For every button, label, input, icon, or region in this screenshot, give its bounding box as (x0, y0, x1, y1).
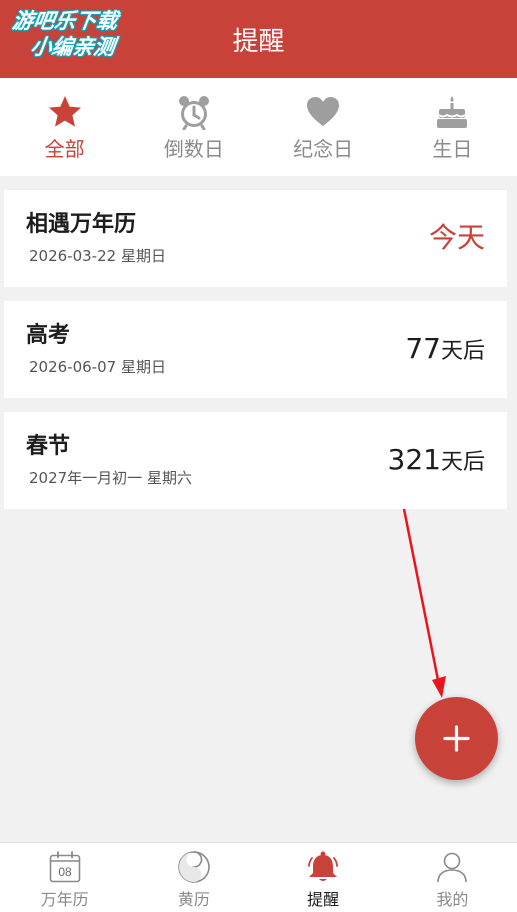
reminder-days: 321 (387, 443, 441, 476)
nav-item-profile[interactable]: 我的 (388, 843, 517, 912)
reminder-days-suffix: 天后 (440, 450, 485, 475)
tab-all[interactable]: 全部 (0, 78, 129, 176)
heart-icon (307, 97, 340, 126)
tab-label: 倒数日 (163, 137, 224, 161)
reminder-card[interactable]: 高考 2026-06-07 星期日 77天后 (4, 301, 507, 398)
nav-label: 万年历 (40, 890, 89, 909)
reminder-status: 今天 (428, 221, 485, 254)
bell-icon (308, 851, 339, 881)
tab-countdown[interactable]: 倒数日 (129, 78, 258, 176)
nav-label: 我的 (436, 890, 469, 909)
reminder-days: 77 (405, 332, 441, 365)
alarm-clock-icon (178, 96, 209, 130)
reminder-card[interactable]: 春节 2027年一月初一 星期六 321天后 (4, 412, 507, 509)
reminder-card[interactable]: 相遇万年历 2026-03-22 星期日 今天 (4, 190, 507, 287)
nav-label: 黄历 (177, 890, 210, 909)
nav-item-reminders[interactable]: 提醒 (259, 843, 388, 912)
nav-label: 提醒 (307, 890, 340, 909)
nav-item-almanac[interactable]: 黄历 (129, 843, 258, 912)
star-icon (48, 96, 81, 127)
nav-item-calendar[interactable]: 08 万年历 (0, 843, 129, 912)
reminder-date: 2026-06-07 星期日 (29, 358, 166, 376)
bottom-navigation: 08 万年历 黄历 提醒 我的 (0, 842, 517, 912)
reminder-countdown: 今天 (429, 218, 485, 262)
plus-icon (443, 725, 470, 752)
calendar-day-number: 08 (58, 865, 72, 879)
yin-yang-icon (178, 851, 210, 883)
reminder-title: 相遇万年历 (26, 212, 137, 237)
add-reminder-button[interactable] (415, 697, 498, 780)
category-tabs: 全部 倒数日 纪念日 生日 (0, 78, 517, 176)
tab-birthday[interactable]: 生日 (388, 78, 517, 176)
reminder-list: 相遇万年历 2026-03-22 星期日 今天 高考 2026-06-07 星期… (4, 190, 507, 523)
reminder-countdown: 321天后 (388, 440, 485, 484)
reminder-date: 2026-03-22 星期日 (29, 247, 166, 265)
tab-label: 纪念日 (293, 137, 354, 161)
tab-label: 全部 (44, 137, 85, 161)
page-title: 提醒 (232, 27, 285, 57)
reminder-title: 高考 (26, 323, 71, 348)
tab-anniversary[interactable]: 纪念日 (259, 78, 388, 176)
reminder-countdown: 77天后 (405, 329, 485, 373)
user-icon (437, 852, 468, 883)
birthday-cake-icon (437, 96, 468, 128)
header-bar: 游吧乐下载 小编亲测 提醒 (0, 0, 517, 78)
reminder-title: 春节 (26, 434, 71, 459)
calendar-icon: 08 (49, 851, 80, 883)
tab-label: 生日 (432, 137, 473, 161)
reminder-days-suffix: 天后 (440, 339, 485, 364)
reminder-date: 2027年一月初一 星期六 (29, 469, 192, 487)
